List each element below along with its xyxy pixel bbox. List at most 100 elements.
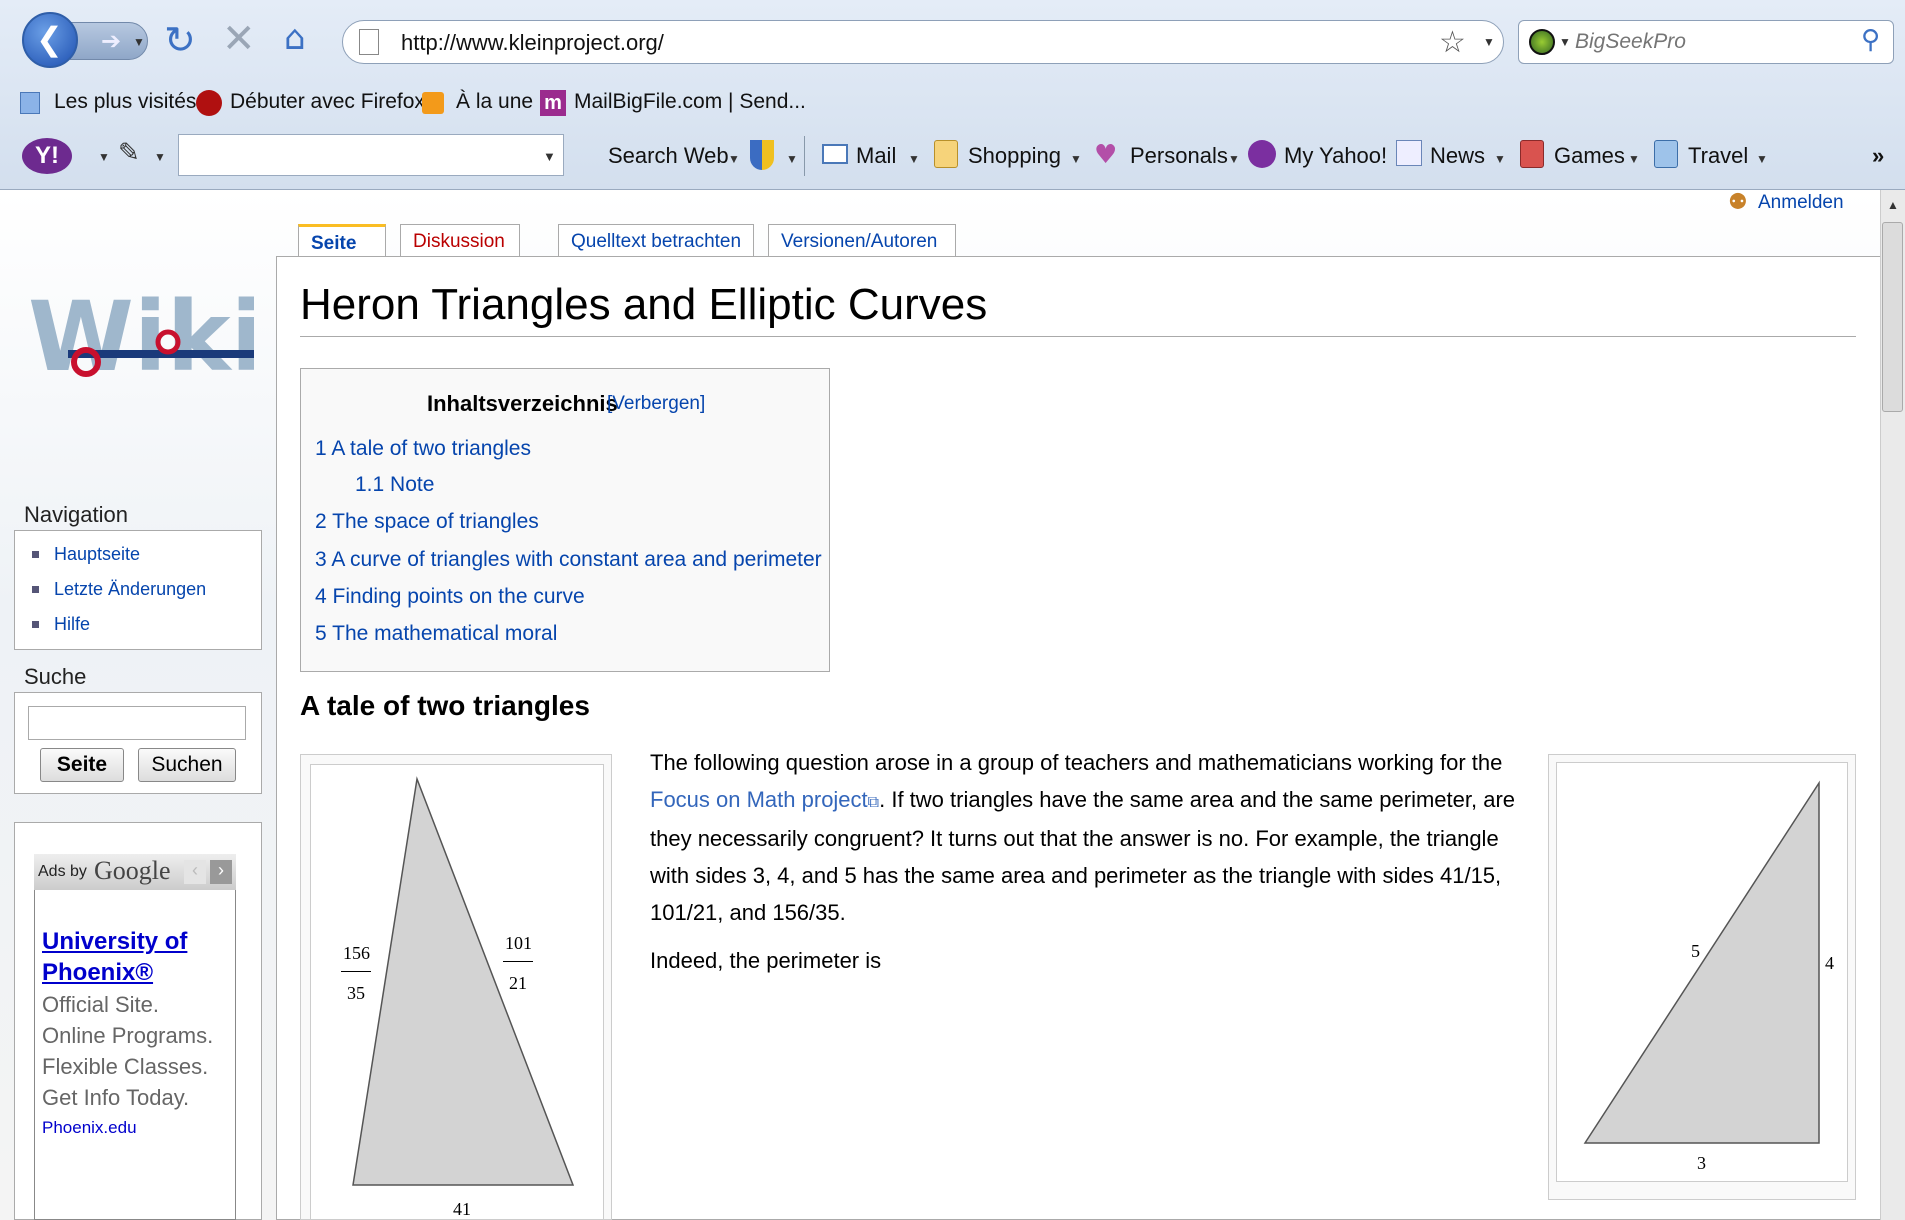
ad-url[interactable]: Phoenix.edu bbox=[42, 1118, 137, 1138]
toc-number: 5 bbox=[315, 622, 327, 645]
ad-next-icon[interactable]: › bbox=[210, 860, 232, 884]
shield-dropdown-icon[interactable]: ▼ bbox=[786, 152, 798, 166]
pencil-icon[interactable]: ✎ bbox=[118, 138, 140, 168]
toc-hide-toggle[interactable]: [Verbergen] bbox=[607, 393, 705, 415]
wiki-logo-graphic: Wiki bbox=[28, 281, 264, 393]
toolbar-news[interactable]: News bbox=[1430, 143, 1485, 169]
tab-page[interactable]: Seite bbox=[298, 224, 386, 260]
left-side-denominator: 35 bbox=[347, 983, 365, 1003]
engine-dropdown-icon[interactable]: ▼ bbox=[1559, 35, 1571, 49]
nav-recent-changes[interactable]: Letzte Änderungen bbox=[54, 579, 206, 600]
toc-number: 1 bbox=[315, 437, 327, 460]
search-input[interactable] bbox=[1575, 29, 1845, 55]
toc-number: 1.1 bbox=[355, 473, 385, 496]
paragraph-1-text-a: The following question arose in a group … bbox=[650, 750, 1503, 775]
fraction-bar bbox=[341, 971, 371, 972]
url-bar[interactable]: http://www.kleinproject.org/ ☆ ▼ bbox=[342, 20, 1504, 64]
forward-button[interactable]: ➔ ▼ bbox=[70, 22, 148, 60]
toc-item[interactable]: 3 A curve of triangles with constant are… bbox=[315, 548, 822, 572]
toolbar-overflow[interactable]: » bbox=[1872, 143, 1884, 169]
ad-line-3: Flexible Classes. bbox=[42, 1054, 209, 1079]
search-engine-icon[interactable] bbox=[1529, 29, 1555, 55]
home-icon[interactable]: ⌂ bbox=[284, 18, 306, 58]
tab-discussion-label: Diskussion bbox=[413, 231, 505, 252]
left-side-numerator: 156 bbox=[343, 943, 370, 963]
tab-history-label: Versionen/Autoren bbox=[781, 231, 938, 252]
bookmark-getting-started[interactable]: Débuter avec Firefox bbox=[230, 90, 425, 114]
toc-number: 3 bbox=[315, 548, 327, 571]
search-bar[interactable]: ▼ ⚲ bbox=[1518, 20, 1894, 64]
toc-title: Inhaltsverzeichnis bbox=[427, 391, 618, 416]
toolbar-travel[interactable]: Travel bbox=[1688, 143, 1748, 169]
yahoo-search-dropdown-icon[interactable]: ▼ bbox=[543, 149, 556, 164]
fraction-bar bbox=[503, 961, 533, 962]
news-dropdown-icon[interactable]: ▼ bbox=[1494, 152, 1506, 166]
reload-icon[interactable]: ↻ bbox=[164, 18, 196, 62]
toc-text: Finding points on the curve bbox=[332, 585, 585, 608]
toolbar-shopping[interactable]: Shopping bbox=[968, 143, 1061, 169]
ad-prev-icon[interactable]: ‹ bbox=[184, 860, 206, 884]
toc-item[interactable]: 5 The mathematical moral bbox=[315, 622, 557, 646]
yahoo-menu-dropdown-icon[interactable]: ▼ bbox=[98, 150, 110, 164]
mail-dropdown-icon[interactable]: ▼ bbox=[908, 152, 920, 166]
toc-item[interactable]: 2 The space of triangles bbox=[315, 510, 539, 534]
tab-history[interactable]: Versionen/Autoren bbox=[768, 224, 956, 258]
focus-on-math-link[interactable]: Focus on Math project bbox=[650, 787, 868, 812]
url-dropdown-icon[interactable]: ▼ bbox=[1483, 35, 1495, 49]
wiki-logo[interactable]: Wiki bbox=[28, 281, 264, 393]
nav-help[interactable]: Hilfe bbox=[54, 614, 90, 635]
ad-title-link[interactable]: University of Phoenix® bbox=[42, 926, 222, 988]
yahoo-search-input[interactable]: ▼ bbox=[178, 134, 564, 176]
toc-item[interactable]: 1 A tale of two triangles bbox=[315, 437, 531, 461]
hearts-icon: ♥ bbox=[1094, 140, 1118, 170]
wiki-search-input[interactable] bbox=[28, 706, 246, 740]
url-text[interactable]: http://www.kleinproject.org/ bbox=[401, 30, 664, 56]
travel-icon bbox=[1654, 140, 1678, 168]
search-web-dropdown-icon[interactable]: ▼ bbox=[728, 152, 740, 166]
toolbar-mail[interactable]: Mail bbox=[856, 143, 896, 169]
toolbar-my-yahoo[interactable]: My Yahoo! bbox=[1284, 143, 1387, 169]
browser-chrome: ➔ ▼ ❮ ↻ ✕ ⌂ http://www.kleinproject.org/… bbox=[0, 0, 1905, 190]
yahoo-logo-icon[interactable]: Y! bbox=[22, 138, 72, 174]
ads-by-label: Ads by bbox=[38, 863, 87, 880]
games-dropdown-icon[interactable]: ▼ bbox=[1628, 152, 1640, 166]
scroll-up-icon[interactable]: ▲ bbox=[1887, 198, 1899, 212]
shield-icon[interactable] bbox=[750, 140, 774, 170]
toc-text: A curve of triangles with constant area … bbox=[331, 548, 822, 571]
mailbigfile-icon: m bbox=[540, 90, 566, 116]
search-web-button[interactable]: Search Web bbox=[608, 143, 729, 169]
toolbar-games[interactable]: Games bbox=[1554, 143, 1625, 169]
ads-by-google-header: Ads by Google ‹ › bbox=[34, 854, 236, 890]
magnifier-icon[interactable]: ⚲ bbox=[1861, 25, 1880, 55]
scrollbar-thumb[interactable] bbox=[1882, 222, 1903, 412]
bookmark-most-visited[interactable]: Les plus visités bbox=[54, 90, 196, 114]
rss-icon bbox=[422, 92, 444, 114]
toc-item[interactable]: 1.1 Note bbox=[355, 473, 434, 497]
toc-number: 4 bbox=[315, 585, 327, 608]
bookmark-star-icon[interactable]: ☆ bbox=[1439, 25, 1466, 60]
toc-item[interactable]: 4 Finding points on the curve bbox=[315, 585, 585, 609]
bookmark-headlines[interactable]: À la une bbox=[456, 90, 533, 114]
tab-view-source[interactable]: Quelltext betrachten bbox=[558, 224, 754, 258]
firefox-icon bbox=[196, 90, 222, 116]
back-button[interactable]: ❮ bbox=[22, 12, 78, 68]
shopping-dropdown-icon[interactable]: ▼ bbox=[1070, 152, 1082, 166]
toolbar-personals[interactable]: Personals bbox=[1130, 143, 1228, 169]
tab-discussion[interactable]: Diskussion bbox=[400, 224, 520, 258]
bookmark-mailbigfile[interactable]: MailBigFile.com | Send... bbox=[574, 90, 806, 114]
pencil-dropdown-icon[interactable]: ▼ bbox=[154, 150, 166, 164]
search-button[interactable]: Suchen bbox=[138, 748, 236, 782]
history-dropdown-icon[interactable]: ▼ bbox=[133, 35, 145, 49]
bullet-icon bbox=[32, 551, 39, 558]
login-link[interactable]: Anmelden bbox=[1758, 192, 1844, 214]
travel-dropdown-icon[interactable]: ▼ bbox=[1756, 152, 1768, 166]
toolbar-separator bbox=[804, 136, 805, 176]
ad-line-1: Official Site. bbox=[42, 992, 159, 1017]
section-heading: A tale of two triangles bbox=[300, 690, 590, 721]
personals-dropdown-icon[interactable]: ▼ bbox=[1228, 152, 1240, 166]
stop-icon[interactable]: ✕ bbox=[222, 16, 256, 62]
nav-main-page[interactable]: Hauptseite bbox=[54, 544, 140, 565]
tab-view-source-label: Quelltext betrachten bbox=[571, 231, 742, 252]
table-of-contents: Inhaltsverzeichnis [Verbergen] 1 A tale … bbox=[300, 368, 830, 672]
go-button[interactable]: Seite bbox=[40, 748, 124, 782]
